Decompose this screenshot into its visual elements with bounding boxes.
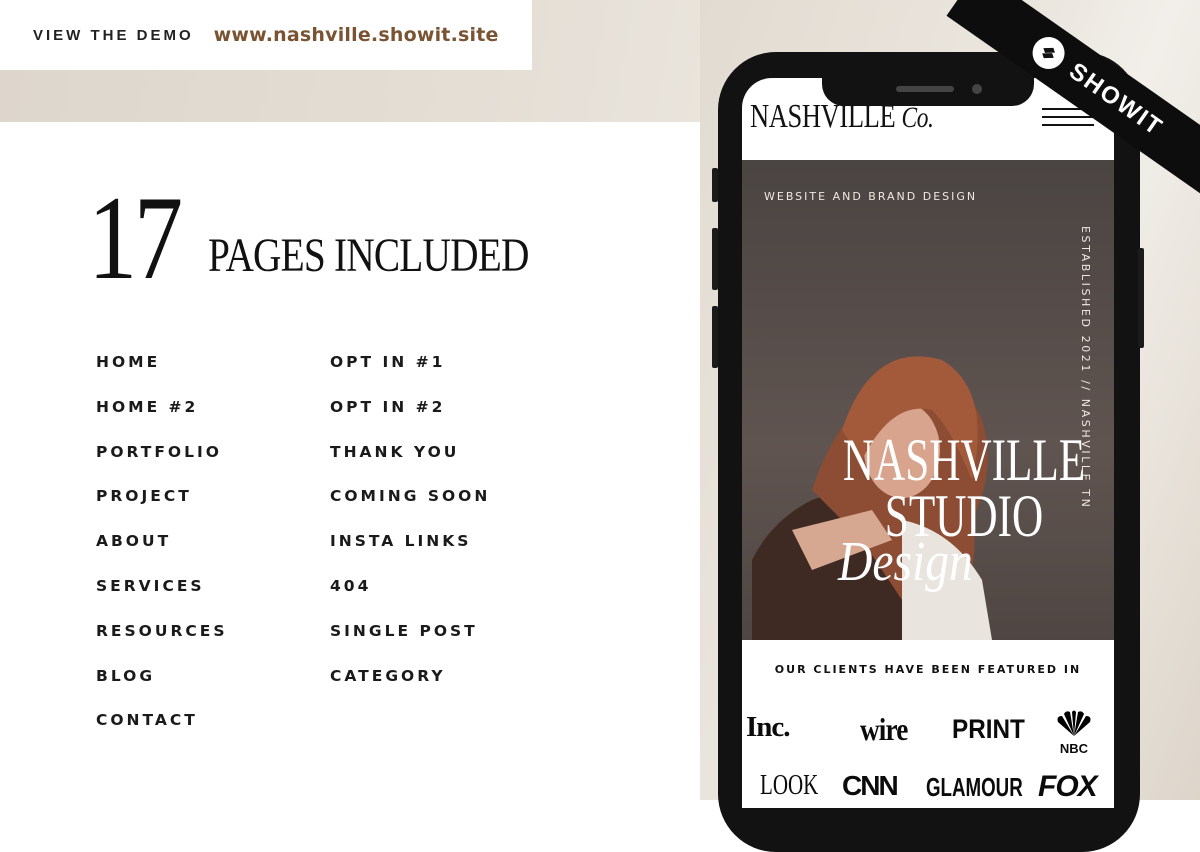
list-item: BLOG [96,666,156,685]
list-item: ABOUT [96,532,172,551]
list-item: THANK YOU [330,442,460,461]
list-item: PROJECT [96,487,192,506]
demo-label: VIEW THE DEMO [33,26,194,44]
demo-url-link[interactable]: www.nashville.showit.site [214,24,499,46]
list-item: INSTA LINKS [330,532,472,551]
phone-speaker [896,86,954,92]
hero-subtitle: WEBSITE AND BRAND DESIGN [764,190,978,203]
look-logo: LOOK [760,770,819,801]
wire-logo: wire [860,711,908,747]
phone-mute-switch [712,168,718,202]
showit-mark-icon [1042,47,1055,59]
list-item: SERVICES [96,576,205,595]
page-title: PAGES INCLUDED [208,229,529,282]
list-item: CATEGORY [330,666,446,685]
phone-camera [972,84,982,94]
list-item: HOME [96,353,161,371]
list-item: PORTFOLIO [96,442,222,461]
phone-notch [822,52,1034,106]
list-item: CONTACT [96,711,198,730]
phone-volume-up-button [712,228,718,290]
pages-list-left: HOME HOME #2 PORTFOLIO PROJECT ABOUT SER… [96,353,228,756]
list-item: COMING SOON [330,487,491,506]
list-item: SINGLE POST [330,621,478,640]
print-logo: PRINT [952,714,1025,744]
nbc-peacock-icon [1057,710,1091,736]
list-item: RESOURCES [96,621,228,640]
showit-logo-icon [1026,30,1071,76]
hero-title-script: Design [838,531,973,593]
pages-list-right: OPT IN #1 OPT IN #2 THANK YOU COMING SOO… [330,353,490,711]
glamour-logo: GLAMOUR [926,772,1023,802]
nbc-logo-text: NBC [1059,741,1089,756]
phone-power-button [1138,248,1144,348]
list-item: 404 [330,576,372,595]
hero-section: WEBSITE AND BRAND DESIGN ESTABLISHED 202… [742,160,1114,640]
list-item: HOME #2 [96,397,199,416]
phone-volume-down-button [712,306,718,368]
cnn-logo: CNN [842,770,899,801]
fox-logo: FOX [1038,770,1098,803]
page-count: 17 [88,171,183,304]
nbc-logo: NBC [1054,710,1094,756]
inc-logo: Inc. [746,711,791,743]
demo-bar: VIEW THE DEMO www.nashville.showit.site [0,0,532,70]
featured-heading: OUR CLIENTS HAVE BEEN FEATURED IN [774,663,1082,676]
phone-screen: NASHVILLE Co. WEBSITE AND BRAND DESIGN E… [742,78,1114,808]
list-item: OPT IN #1 [330,353,446,371]
list-item: OPT IN #2 [330,397,446,416]
